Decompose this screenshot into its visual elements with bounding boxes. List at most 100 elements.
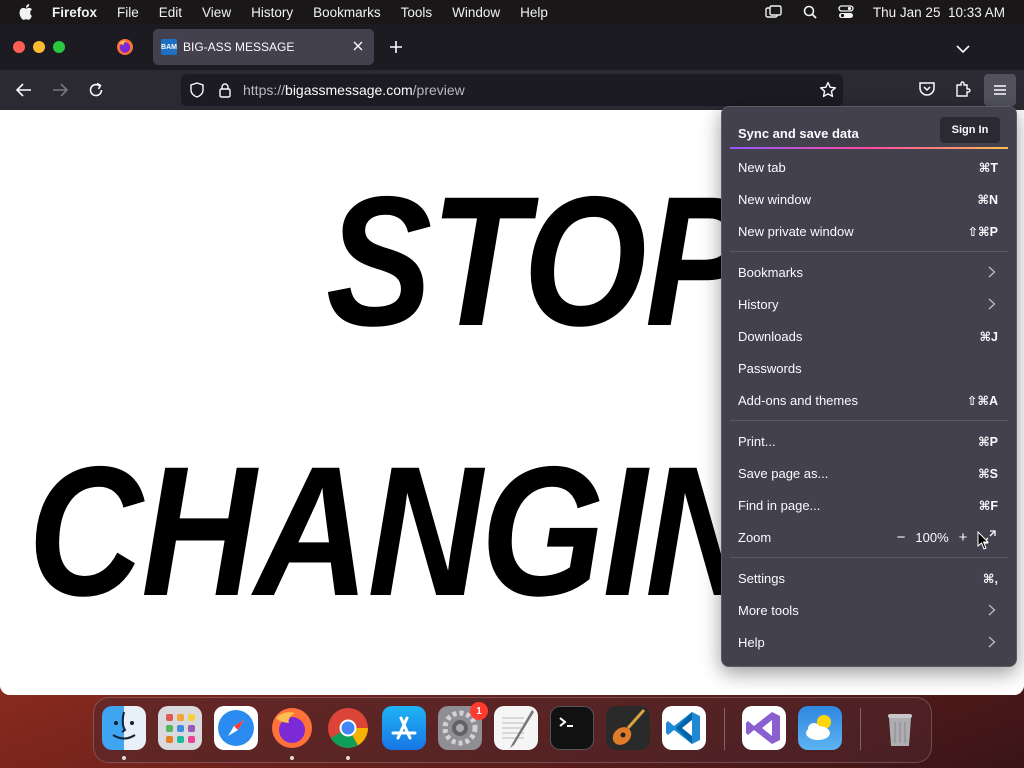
tab-title: BIG-ASS MESSAGE <box>183 40 295 54</box>
menu-item-label: Settings <box>738 570 785 586</box>
trash-icon[interactable] <box>878 706 922 750</box>
menu-separator <box>730 251 1008 252</box>
menu-item-new-private-window[interactable]: New private window ⇧⌘P <box>738 219 998 243</box>
menu-item-history[interactable]: History <box>738 292 998 316</box>
menu-item-downloads[interactable]: Downloads ⌘J <box>738 324 998 348</box>
tracking-protection-shield-icon[interactable] <box>189 82 205 98</box>
window-minimize-button[interactable] <box>33 41 45 53</box>
tab-close-icon[interactable] <box>352 40 364 52</box>
chrome-icon[interactable] <box>326 706 370 750</box>
menu-bookmarks[interactable]: Bookmarks <box>313 5 381 20</box>
visual-studio-icon[interactable] <box>742 706 786 750</box>
tab-favicon: BAM <box>161 39 177 55</box>
terminal-icon[interactable] <box>550 706 594 750</box>
running-indicator <box>122 756 126 760</box>
menu-item-label: History <box>738 296 779 312</box>
menu-item-label: New tab <box>738 159 786 175</box>
chevron-right-icon <box>988 298 998 310</box>
menu-item-label: New private window <box>738 223 854 239</box>
reload-icon[interactable] <box>86 80 106 100</box>
zoom-out-minus-icon[interactable]: − <box>892 528 910 546</box>
textedit-pencil-icon[interactable] <box>494 706 538 750</box>
menu-item-passwords[interactable]: Passwords <box>738 356 998 380</box>
url-text[interactable]: https://bigassmessage.com/preview <box>243 82 465 98</box>
navigation-toolbar: https://bigassmessage.com/preview <box>0 70 1024 110</box>
tab-bigassmessage[interactable]: BAM BIG-ASS MESSAGE <box>153 29 374 65</box>
menu-item-find-in-page[interactable]: Find in page... ⌘F <box>738 493 998 517</box>
app-store-icon[interactable] <box>382 706 426 750</box>
window-zoom-button[interactable] <box>53 41 65 53</box>
weather-cloud-icon[interactable] <box>798 706 842 750</box>
app-menu-hamburger-icon[interactable] <box>984 74 1016 106</box>
menu-item-save-page[interactable]: Save page as... ⌘S <box>738 461 998 485</box>
url-path: /preview <box>412 82 465 98</box>
menu-window[interactable]: Window <box>452 5 500 20</box>
menu-edit[interactable]: Edit <box>159 5 182 20</box>
new-tab-plus-icon[interactable] <box>388 39 404 55</box>
dock-separator <box>860 708 861 750</box>
shortcut-label: ⌘J <box>979 329 998 344</box>
menu-item-more-tools[interactable]: More tools <box>738 598 998 622</box>
menu-item-new-window[interactable]: New window ⌘N <box>738 187 998 211</box>
menubar-clock[interactable]: Thu Jan 25 10:33 AM <box>873 5 1005 20</box>
menu-history[interactable]: History <box>251 5 293 20</box>
shortcut-label: ⇧⌘A <box>966 393 998 408</box>
spotlight-search-icon[interactable] <box>801 4 819 20</box>
menu-item-label: Print... <box>738 433 776 449</box>
extensions-puzzle-icon[interactable] <box>954 80 974 100</box>
menu-item-label: Save page as... <box>738 465 829 481</box>
sign-in-button[interactable]: Sign In <box>940 117 1000 143</box>
chevron-right-icon <box>988 604 998 616</box>
window-close-button[interactable] <box>13 41 25 53</box>
safari-compass-icon[interactable] <box>214 706 258 750</box>
running-indicator <box>346 756 350 760</box>
vscode-icon[interactable] <box>662 706 706 750</box>
menu-item-zoom: Zoom − 100% + <box>738 525 998 549</box>
url-host: bigassmessage.com <box>285 82 413 98</box>
sync-title: Sync and save data <box>738 125 859 141</box>
menu-item-label: Help <box>738 634 765 650</box>
menu-item-label: New window <box>738 191 811 207</box>
shortcut-label: ⌘T <box>978 160 998 175</box>
url-bar[interactable]: https://bigassmessage.com/preview <box>181 74 843 106</box>
zoom-reset-value[interactable]: 100% <box>910 530 954 545</box>
menu-view[interactable]: View <box>202 5 231 20</box>
garageband-guitar-icon[interactable] <box>606 706 650 750</box>
forward-arrow-icon[interactable] <box>50 80 70 100</box>
back-arrow-icon[interactable] <box>14 80 34 100</box>
shortcut-label: ⇧⌘P <box>967 224 998 239</box>
firefox-view-icon[interactable] <box>116 38 134 56</box>
menu-item-new-tab[interactable]: New tab ⌘T <box>738 155 998 179</box>
notification-badge: 1 <box>470 702 488 720</box>
menu-item-help[interactable]: Help <box>738 630 998 654</box>
menu-help[interactable]: Help <box>520 5 548 20</box>
menu-app-firefox[interactable]: Firefox <box>52 5 97 20</box>
menu-separator <box>730 420 1008 421</box>
menu-item-addons-themes[interactable]: Add-ons and themes ⇧⌘A <box>738 388 998 412</box>
running-indicator <box>290 756 294 760</box>
accent-divider <box>730 147 1008 149</box>
message-word-changin: CHANGIN <box>28 429 760 635</box>
menu-file[interactable]: File <box>117 5 139 20</box>
screen-mirroring-icon[interactable] <box>765 4 783 20</box>
menu-item-print[interactable]: Print... ⌘P <box>738 429 998 453</box>
bookmark-star-icon[interactable] <box>819 81 837 99</box>
finder-icon[interactable] <box>102 706 146 750</box>
sync-header: Sync and save data Sign In <box>738 117 1000 146</box>
zoom-in-plus-icon[interactable]: + <box>954 528 972 546</box>
chevron-right-icon <box>988 636 998 648</box>
pocket-icon[interactable] <box>918 80 938 100</box>
menu-tools[interactable]: Tools <box>401 5 433 20</box>
menu-item-bookmarks[interactable]: Bookmarks <box>738 260 998 284</box>
control-center-icon[interactable] <box>837 4 855 20</box>
dock-separator <box>724 708 725 750</box>
menu-item-settings[interactable]: Settings ⌘, <box>738 566 998 590</box>
mouse-pointer-icon <box>977 530 991 551</box>
secure-lock-icon[interactable] <box>217 82 233 98</box>
firefox-icon[interactable] <box>270 706 314 750</box>
apple-logo-icon[interactable] <box>18 4 34 20</box>
launchpad-icon[interactable] <box>158 706 202 750</box>
menu-item-label: More tools <box>738 602 799 618</box>
tab-strip: BAM BIG-ASS MESSAGE <box>0 24 1024 70</box>
list-all-tabs-chevron-icon[interactable] <box>956 41 970 54</box>
